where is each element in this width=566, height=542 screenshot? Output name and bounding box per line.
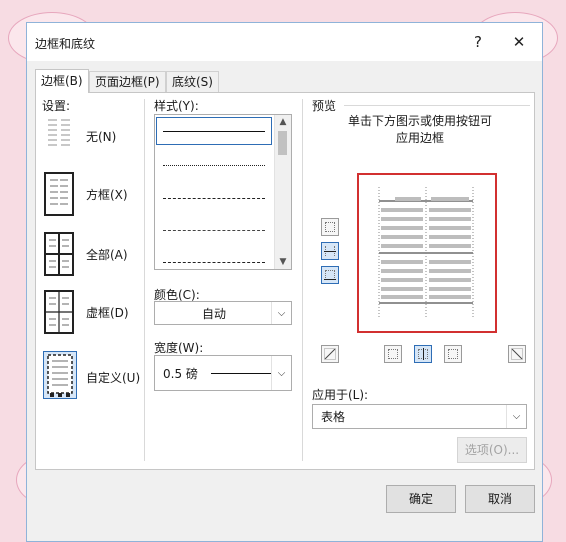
line-style-dashed[interactable] [163, 230, 265, 231]
divider [302, 99, 303, 461]
bottom-border-icon[interactable] [321, 266, 339, 284]
color-value: 自动 [201, 306, 226, 321]
apply-to-heading: 应用于(L): [312, 388, 369, 402]
divider [144, 99, 145, 461]
line-style-solid[interactable] [163, 131, 265, 132]
all-setting-icon[interactable] [44, 232, 74, 276]
line-style-dash-dot[interactable] [163, 262, 265, 263]
preview-text-line [381, 244, 423, 248]
preview-text-line [429, 208, 471, 212]
dialog-content: 边框(B) 页面边框(P) 底纹(S) 设置: 无(N) 方框(X) 全部(A)… [27, 61, 542, 541]
preview-text-line [381, 226, 423, 230]
preview-text-line [429, 287, 471, 291]
scroll-up-icon[interactable]: ▲ [275, 117, 291, 127]
preview-text-line [381, 278, 423, 282]
width-value: 0.5 磅 [163, 366, 198, 381]
preview-text-line [429, 244, 471, 248]
chevron-down-icon[interactable]: ⌵ [271, 356, 291, 390]
title-bar: 边框和底纹 ? ✕ [27, 23, 542, 61]
apply-to-value: 表格 [321, 410, 346, 424]
cancel-button[interactable]: 取消 [465, 485, 535, 513]
chevron-down-icon[interactable]: ⌵ [506, 405, 526, 428]
ok-button[interactable]: 确定 [386, 485, 456, 513]
preview-text-line [429, 269, 471, 273]
width-heading: 宽度(W): [154, 341, 204, 355]
preview-hint: 单击下方图示或使用按钮可 应用边框 [327, 113, 513, 147]
diagonal-up-border-icon[interactable] [508, 345, 526, 363]
preview-heading-rule [344, 105, 530, 106]
grid-setting-icon[interactable] [44, 290, 74, 334]
setting-none-label[interactable]: 无(N) [86, 128, 116, 145]
preview-text-line [381, 260, 423, 264]
right-border-icon[interactable] [444, 345, 462, 363]
preview-text-line [381, 269, 423, 273]
inside-vertical-border-icon[interactable] [414, 345, 432, 363]
preview-text-line [431, 197, 469, 201]
preview-heading: 预览 [312, 99, 337, 113]
preview-text-line [381, 235, 423, 239]
tab-page-border[interactable]: 页面边框(P) [89, 71, 166, 92]
preview-hint-line: 单击下方图示或使用按钮可 [347, 114, 492, 128]
options-button[interactable]: 选项(O)... [457, 437, 527, 463]
setting-grid-label[interactable]: 虚框(D) [86, 304, 129, 321]
custom-setting-icon[interactable] [43, 351, 77, 399]
diagonal-down-border-icon[interactable] [321, 345, 339, 363]
setting-box-label[interactable]: 方框(X) [86, 186, 128, 203]
apply-to-combo[interactable]: 表格 ⌵ [312, 404, 527, 429]
preview-text-line [381, 208, 423, 212]
preview-text-line [429, 295, 471, 299]
width-combo[interactable]: 0.5 磅 ⌵ [154, 355, 292, 391]
chevron-down-icon[interactable]: ⌵ [271, 302, 291, 324]
settings-heading: 设置: [42, 99, 71, 113]
line-style-dotted[interactable] [163, 165, 265, 166]
preview-text-line [381, 287, 423, 291]
dialog-title: 边框和底纹 [35, 37, 96, 51]
none-setting-icon[interactable] [44, 114, 74, 154]
line-style-scrollbar[interactable]: ▲ ▼ [274, 115, 291, 269]
setting-all-label[interactable]: 全部(A) [86, 246, 128, 263]
preview-hint-line: 应用边框 [395, 131, 444, 145]
tab-borders[interactable]: 边框(B) [35, 69, 89, 93]
borders-and-shading-dialog: 边框和底纹 ? ✕ 边框(B) 页面边框(P) 底纹(S) 设置: 无(N) 方… [26, 22, 543, 542]
preview-text-line [395, 197, 421, 201]
width-line-sample [211, 373, 271, 374]
setting-custom-label[interactable]: 自定义(U) [86, 369, 140, 386]
left-border-icon[interactable] [384, 345, 402, 363]
help-button[interactable]: ? [463, 31, 493, 53]
preview-text-line [429, 235, 471, 239]
preview-text-line [429, 278, 471, 282]
scroll-thumb[interactable] [278, 131, 287, 155]
preview-text-line [381, 217, 423, 221]
preview-text-line [429, 217, 471, 221]
color-combo[interactable]: 自动 ⌵ [154, 301, 292, 325]
border-preview[interactable] [357, 173, 497, 333]
line-style-list[interactable]: ▲ ▼ [154, 114, 292, 270]
preview-text-line [381, 295, 423, 299]
box-setting-icon[interactable] [44, 172, 74, 216]
preview-text-line [429, 260, 471, 264]
inside-horizontal-border-icon[interactable] [321, 242, 339, 260]
scroll-down-icon[interactable]: ▼ [275, 257, 291, 267]
close-button[interactable]: ✕ [504, 31, 534, 53]
tab-shading[interactable]: 底纹(S) [166, 71, 219, 92]
style-heading: 样式(Y): [154, 99, 199, 113]
top-border-icon[interactable] [321, 218, 339, 236]
line-style-dashed-small[interactable] [163, 198, 265, 199]
preview-text-line [429, 226, 471, 230]
